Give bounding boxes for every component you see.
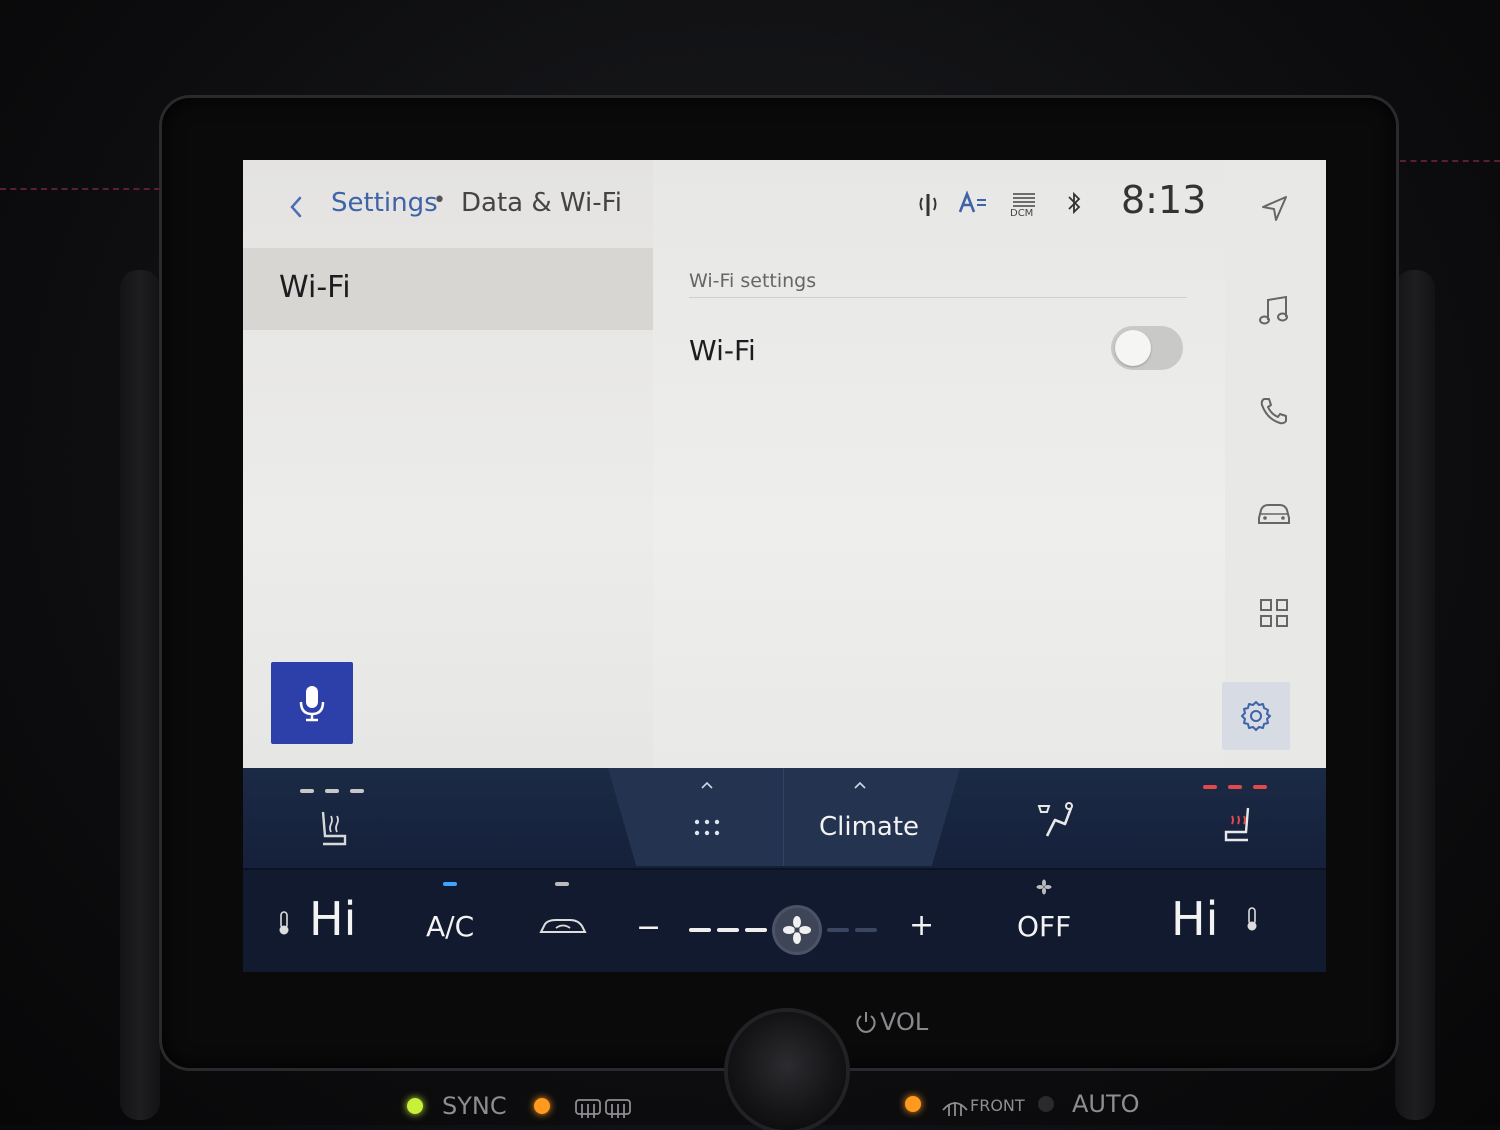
fan-level-segment [717, 928, 739, 932]
music-icon [1259, 295, 1288, 325]
rail-settings-button[interactable] [1222, 682, 1290, 750]
fan-level-segment [827, 928, 849, 932]
fan-icon [783, 916, 811, 944]
apps-grid-button[interactable] [683, 774, 733, 860]
dcm-label: DCM [1010, 208, 1034, 219]
rail-music-button[interactable] [1243, 280, 1305, 342]
passenger-seat-heat-button[interactable] [1218, 804, 1258, 848]
front-defrost-label: FRONT [970, 1096, 1025, 1115]
fan-decrease-button[interactable]: − [636, 910, 661, 945]
climate-tab-divider [783, 768, 784, 866]
front-defrost-led [905, 1096, 921, 1112]
rail-navigation-button[interactable] [1243, 178, 1305, 240]
recirculation-button[interactable] [538, 912, 588, 942]
heat-level-indicator [300, 789, 314, 793]
clock: 8:13 [1121, 178, 1207, 222]
fan-off-button[interactable]: OFF [1017, 910, 1071, 943]
bluetooth-icon [1066, 190, 1082, 222]
wifi-row-label: Wi-Fi [689, 334, 756, 367]
recirculation-car-icon [539, 919, 587, 933]
breadcrumb-separator: • [433, 188, 446, 213]
driver-temperature[interactable]: Hi [309, 892, 356, 946]
section-title: Wi-Fi settings [689, 270, 817, 292]
toggle-knob [1115, 330, 1151, 366]
chevron-left-icon [290, 196, 302, 218]
volume-knob[interactable] [728, 1012, 846, 1130]
ac-active-indicator [443, 882, 457, 886]
seat-heat-icon [1224, 807, 1250, 842]
text-to-speech-icon [958, 190, 988, 222]
settings-icon [1241, 701, 1271, 731]
driver-seat-heat-button[interactable] [315, 808, 351, 852]
climate-tab-button[interactable]: Climate [803, 774, 923, 860]
seat-airflow-icon [1037, 802, 1073, 837]
left-menu-item-label: Wi-Fi [279, 270, 351, 305]
ac-button[interactable]: A/C [426, 910, 474, 943]
rear-defrost-icon[interactable] [574, 1096, 634, 1120]
rail-apps-button[interactable] [1243, 582, 1305, 644]
seat-heat-level-indicator [1253, 785, 1267, 789]
page-title: Data & Wi-Fi [461, 188, 622, 218]
fan-level-segment [689, 928, 711, 932]
fan-level-segment [745, 928, 767, 932]
settings-list-pane: Settings • Data & Wi-Fi Wi-Fi [243, 160, 653, 768]
fan-small-icon [1036, 879, 1052, 895]
heat-level-indicator [350, 789, 364, 793]
rail-vehicle-button[interactable] [1243, 482, 1305, 544]
navigation-icon [1262, 196, 1287, 221]
thermometer-icon [1247, 907, 1257, 931]
seat-heat-level-indicator [1203, 785, 1217, 789]
chevron-up-icon [701, 781, 713, 789]
power-icon [856, 1012, 876, 1034]
left-menu-item-wifi[interactable]: Wi-Fi [243, 248, 653, 330]
climate-tab-label: Climate [819, 812, 920, 842]
seat-heat-level-indicator [1228, 785, 1242, 789]
section-divider [689, 297, 1187, 298]
apps-icon [1260, 599, 1288, 627]
climate-shortcut-bar: Climate [243, 768, 1326, 868]
fan-level-segment [855, 928, 877, 932]
climate-control-bar: Hi A/C − + OFF Hi [243, 868, 1326, 972]
auto-button[interactable]: AUTO [1072, 1090, 1140, 1118]
passenger-temperature[interactable]: Hi [1171, 892, 1218, 946]
auto-led [1038, 1096, 1054, 1112]
sync-led [407, 1098, 423, 1114]
wireless-charging-icon [918, 190, 938, 224]
dashboard-stitch [1400, 160, 1500, 162]
rear-defrost-led [534, 1098, 550, 1114]
fan-speed-slider[interactable] [689, 908, 879, 952]
car-icon [1258, 504, 1290, 524]
back-button[interactable] [283, 190, 309, 224]
sync-button[interactable]: SYNC [442, 1092, 507, 1120]
dashboard-trim-right [1395, 270, 1435, 1120]
app-rail [1222, 160, 1326, 768]
front-defrost-icon[interactable] [940, 1094, 970, 1118]
voice-assistant-button[interactable] [271, 662, 353, 744]
chevron-up-icon [854, 781, 866, 789]
dots-grid-icon [694, 819, 720, 836]
volume-label: VOL [880, 1008, 929, 1036]
dcm-signal-icon: DCM [1010, 190, 1038, 224]
fan-slider-handle[interactable] [775, 908, 819, 952]
phone-icon [1260, 398, 1287, 425]
dashboard-stitch [0, 188, 160, 190]
wifi-settings-pane: DCM 8:13 Wi-Fi settings Wi-Fi [653, 160, 1225, 768]
microphone-icon [299, 686, 325, 722]
dashboard-trim-left [120, 270, 160, 1120]
seat-heat-icon [321, 811, 347, 846]
infotainment-screen: Settings • Data & Wi-Fi Wi-Fi DCM 8:13 W… [243, 160, 1326, 972]
thermometer-icon [279, 911, 289, 935]
heat-level-indicator [325, 789, 339, 793]
fan-increase-button[interactable]: + [909, 908, 934, 943]
wifi-toggle[interactable] [1111, 326, 1183, 370]
seat-ventilation-button[interactable] [1033, 800, 1077, 848]
rail-phone-button[interactable] [1243, 380, 1305, 442]
recirculation-indicator [555, 882, 569, 886]
breadcrumb-settings-link[interactable]: Settings [331, 188, 438, 218]
